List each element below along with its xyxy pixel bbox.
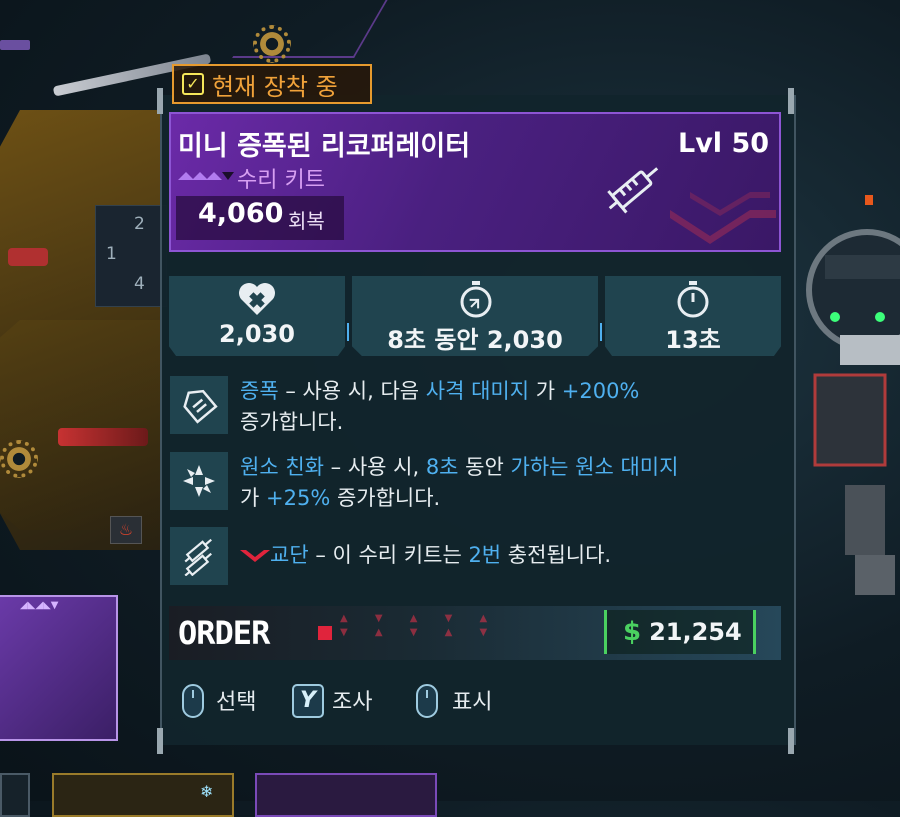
item-type: 수리 키트 <box>237 168 325 193</box>
price-value: 21,254 <box>649 618 742 646</box>
perk-elemental-dash: – 사용 시, <box>323 455 426 479</box>
frost-element-icon: ❄ <box>200 782 214 801</box>
item-name: 미니 증폭된 리코퍼레이터 <box>178 131 471 162</box>
manufacturer-logo: ORDER <box>178 614 270 652</box>
stat-regen-value: 8초 동안 2,030 <box>387 326 563 354</box>
equipped-badge: ✓ 현재 장착 중 <box>172 64 372 104</box>
perk-elemental-line2hl: +25% <box>266 486 331 510</box>
item-level: Lvl 50 <box>678 128 770 159</box>
robot-character-icon <box>806 195 900 595</box>
stat-divider <box>347 323 349 341</box>
perk-order-name: 교단 <box>270 543 309 567</box>
perk-amplify-line2: 증가합니다. <box>240 410 344 434</box>
heart-cross-icon <box>239 283 275 315</box>
perk-icon-order <box>170 527 228 585</box>
mouse-left-icon[interactable] <box>182 684 204 718</box>
recovery-value: 4,060 <box>198 198 284 229</box>
mouse-right-icon[interactable] <box>416 684 438 718</box>
dollar-icon: $ <box>623 617 642 647</box>
recovery-label: 회복 <box>288 209 325 233</box>
fire-element-icon: ♨ <box>110 516 142 544</box>
slot-number-pad[interactable]: 2 1 4 <box>95 205 167 307</box>
order-chevron-icon <box>240 550 270 562</box>
cog-icon <box>253 25 291 63</box>
perk-order-hl1: 2번 <box>468 543 502 567</box>
control-inspect-label[interactable]: 조사 <box>332 684 372 716</box>
control-mark-label[interactable]: 표시 <box>452 684 492 716</box>
header-chevron-decoration <box>670 192 776 244</box>
rarity-arrows-icon: ◢◣◢◣▼ <box>20 600 59 611</box>
perk-amplify-text: 증폭 – 사용 시, 다음 사격 대미지 가 +200% 증가합니다. <box>240 376 780 438</box>
rarity-arrows-icon <box>178 172 234 180</box>
weapon-slot-hex-2[interactable] <box>0 320 160 530</box>
perk-amplify-mid: 가 <box>529 379 562 403</box>
stat-divider-2 <box>600 323 602 341</box>
panel-corner-bl <box>157 728 163 754</box>
perk-icon-amplify <box>170 376 228 434</box>
slot-number-1: 1 <box>106 244 117 264</box>
panel-corner-br <box>788 728 794 754</box>
equipped-label: 현재 장착 중 <box>212 72 338 101</box>
shield-badge-icon <box>183 389 218 424</box>
perk-elemental-mid: 동안 <box>458 455 511 479</box>
perk-elemental-hl1: 8초 <box>425 455 459 479</box>
y-button-icon[interactable]: Y <box>292 684 324 718</box>
perk-order-text: 교단 – 이 수리 키트는 2번 충전됩니다. <box>240 540 780 571</box>
stat-heal-value: 2,030 <box>219 320 295 348</box>
manufacturer-pattern: ▲ ▼ ▲ ▼ ▲ ▼ ▲ ▼ ▲ ▼ <box>340 613 500 638</box>
slot-number-2: 2 <box>134 214 145 234</box>
equipment-card-dark[interactable] <box>0 773 30 817</box>
gun-silhouette-icon <box>0 40 30 50</box>
perk-icon-elemental <box>170 452 228 510</box>
syringe-icon <box>607 167 659 214</box>
perk-amplify-dash: – 사용 시, 다음 <box>278 379 426 403</box>
twin-syringe-icon <box>184 538 212 576</box>
perk-elemental-name: 원소 친화 <box>240 455 324 479</box>
perk-order-tail: 충전됩니다. <box>501 543 612 567</box>
stopwatch-icon <box>677 281 709 318</box>
cog-icon-2 <box>0 440 38 478</box>
regen-timer-icon <box>460 281 492 318</box>
perk-order-dash: – 이 수리 키트는 <box>308 543 469 567</box>
elemental-burst-icon <box>183 465 215 497</box>
check-icon: ✓ <box>182 73 204 95</box>
manufacturer-logo-accent <box>318 626 332 640</box>
shotgun-icon <box>58 428 148 446</box>
perk-elemental-line2b: 증가합니다. <box>330 486 441 510</box>
equipment-card-purple[interactable] <box>0 595 118 741</box>
control-select-label[interactable]: 선택 <box>216 684 256 716</box>
panel-corner-tr <box>788 88 794 114</box>
perk-amplify-name: 증폭 <box>240 379 279 403</box>
stat-cooldown-value: 13초 <box>665 326 721 354</box>
slot-number-4: 4 <box>134 274 145 294</box>
perk-amplify-hl2: +200% <box>561 379 640 403</box>
perk-elemental-text: 원소 친화 – 사용 시, 8초 동안 가하는 원소 대미지 가 +25% 증가… <box>240 452 780 514</box>
perk-elemental-line2a: 가 <box>240 486 266 510</box>
rifle-icon-2 <box>8 248 48 266</box>
price-box: $ 21,254 <box>604 610 756 654</box>
panel-corner-tl <box>157 88 163 114</box>
perk-amplify-hl1: 사격 대미지 <box>425 379 530 403</box>
equipment-card-purple-2[interactable] <box>255 773 437 817</box>
perk-elemental-hl2: 가하는 원소 대미지 <box>510 455 679 479</box>
